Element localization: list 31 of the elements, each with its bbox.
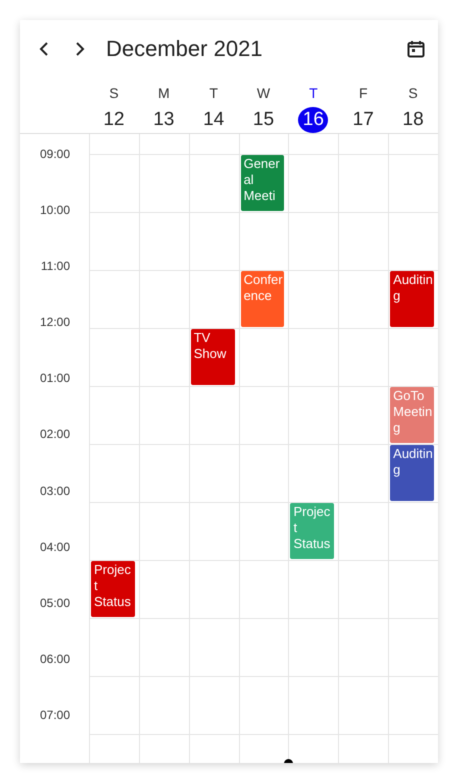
weekday-label: F: [358, 85, 368, 101]
time-label: 10:00: [38, 202, 71, 220]
weekday-label: S: [109, 85, 119, 101]
appointment[interactable]: TV Show: [190, 329, 235, 385]
date-number[interactable]: 15: [248, 107, 278, 133]
time-label: 09:00: [38, 146, 71, 163]
appointment[interactable]: Auditing: [390, 271, 434, 327]
appointment[interactable]: Project Status: [91, 561, 135, 617]
time-label: 02:00: [38, 426, 71, 444]
time-label: 05:00: [38, 594, 71, 612]
date-number[interactable]: 16: [298, 107, 328, 133]
date-number[interactable]: 18: [398, 107, 428, 133]
time-label: 03:00: [38, 482, 71, 500]
date-number[interactable]: 13: [148, 107, 179, 133]
time-label: 01:00: [38, 370, 71, 388]
date-number[interactable]: 17: [348, 107, 378, 133]
time-label: 11:00: [40, 258, 71, 276]
weekday-label: T: [209, 85, 218, 101]
time-label: 06:00: [38, 650, 71, 668]
appointment[interactable]: Auditing: [390, 445, 434, 501]
date-number[interactable]: 12: [98, 107, 129, 133]
time-label: 07:00: [38, 706, 71, 724]
weekday-label: W: [256, 85, 270, 101]
weekday-label: M: [158, 85, 170, 101]
date-number[interactable]: 14: [198, 107, 229, 133]
month-title[interactable]: December 2021: [106, 36, 404, 62]
appointment[interactable]: General Meeti: [240, 155, 284, 211]
weekday-label: S: [408, 85, 418, 101]
time-label: 12:00: [38, 314, 71, 332]
time-label: 04:00: [38, 538, 71, 556]
weekday-label: T: [309, 85, 318, 101]
